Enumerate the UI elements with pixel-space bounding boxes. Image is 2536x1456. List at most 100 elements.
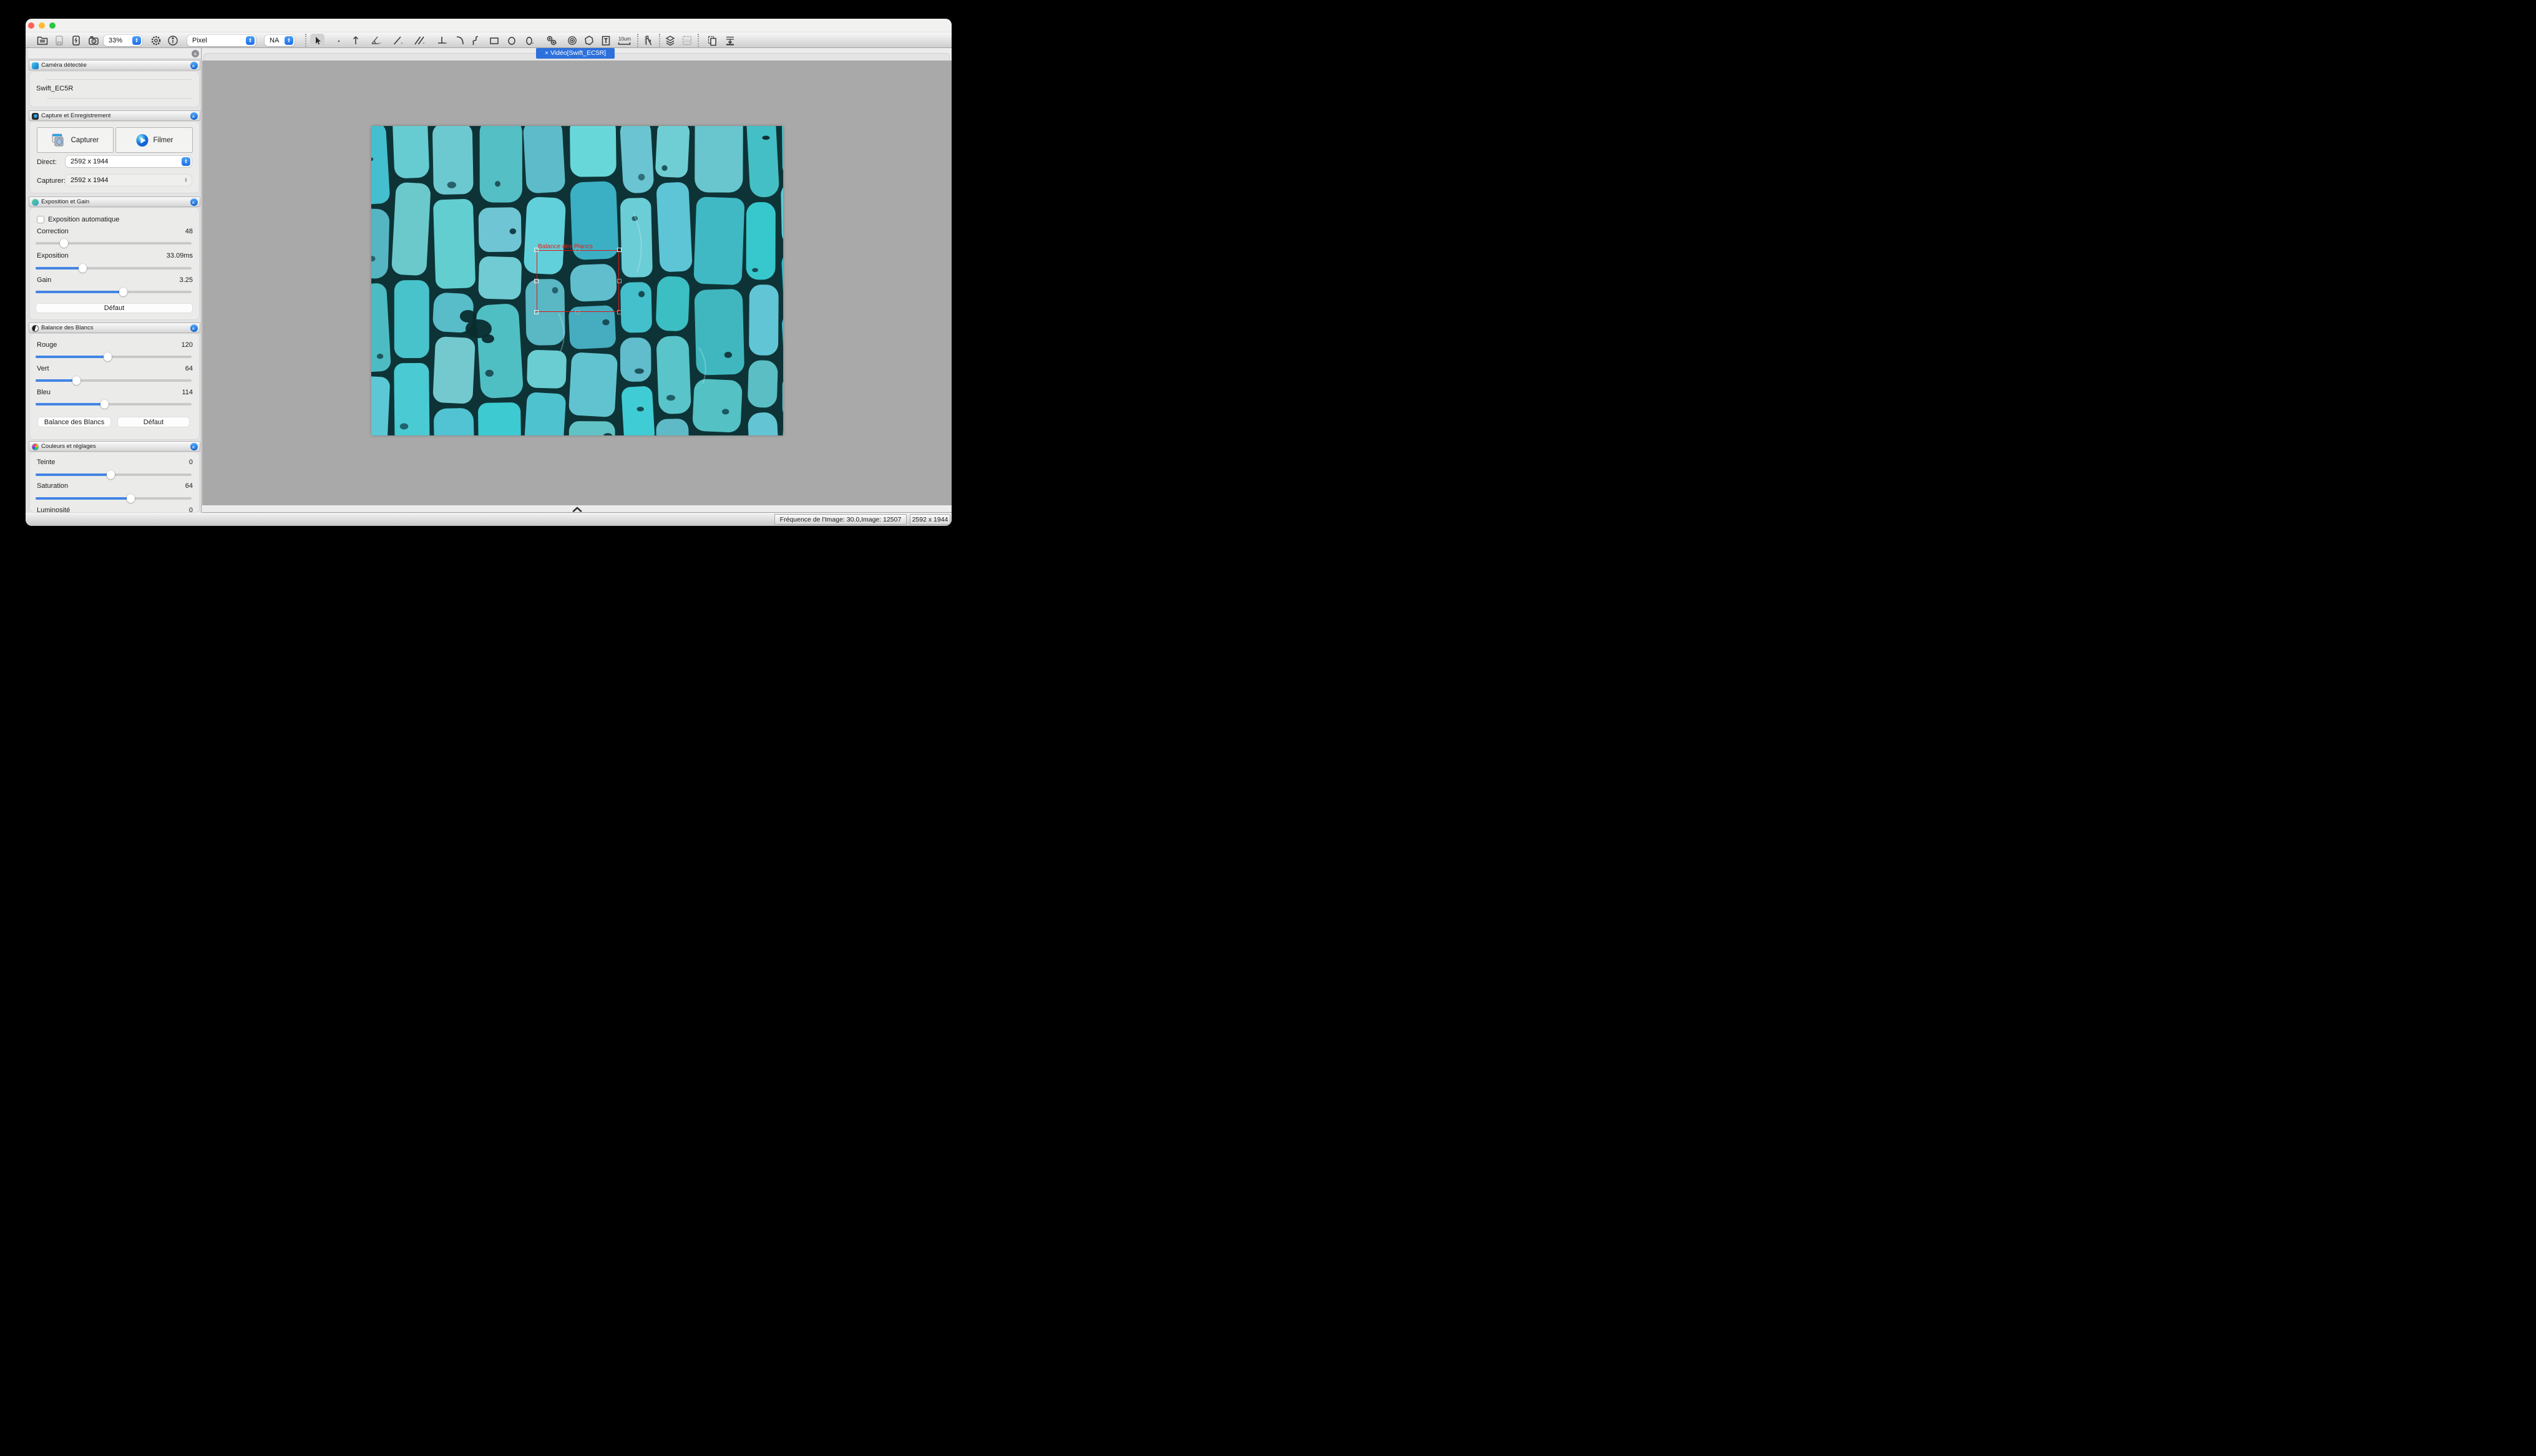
luminosity-label: Luminosité xyxy=(37,507,70,512)
selection-handle[interactable] xyxy=(534,248,539,252)
circle-tool[interactable] xyxy=(505,34,518,47)
exposure-default-button[interactable]: Défaut xyxy=(36,303,193,313)
capture-size-label: Capturer: xyxy=(37,177,66,185)
capture-button-label: Capturer xyxy=(71,137,99,144)
rectangle-tool[interactable] xyxy=(488,34,500,47)
open-folder-icon[interactable] xyxy=(36,34,49,47)
panel-title: Capture et Enregistrement xyxy=(41,112,110,119)
selection-handle[interactable] xyxy=(617,248,622,252)
collapse-panel-icon[interactable]: « xyxy=(190,324,198,332)
chevron-up-icon[interactable] xyxy=(572,507,582,512)
chevron-down-icon[interactable]: ⌄ xyxy=(531,40,535,45)
wb-default-button[interactable]: Défaut xyxy=(117,417,190,427)
collapse-panel-icon[interactable]: « xyxy=(190,112,198,120)
merge-down-icon[interactable] xyxy=(724,34,736,47)
red-label: Rouge xyxy=(37,341,57,349)
unit-select[interactable]: Pixel ▲▼ xyxy=(187,35,256,46)
capture-button[interactable]: Capturer xyxy=(37,127,114,153)
arrow-tool[interactable] xyxy=(349,34,362,47)
white-balance-selection[interactable]: Balance des Blancs xyxy=(537,250,619,312)
gain-value: 3.25 xyxy=(180,276,193,284)
panel-header-exposure[interactable]: Exposition et Gain « xyxy=(29,197,200,207)
chevron-down-icon[interactable]: ⌄ xyxy=(400,40,404,45)
capture-resolution-select[interactable]: 2592 x 1944 ▲▼ xyxy=(66,175,192,186)
white-balance-button[interactable]: Balance des Blancs xyxy=(37,417,111,427)
chevron-down-icon[interactable]: ⌄ xyxy=(554,40,558,45)
info-icon[interactable] xyxy=(167,34,179,47)
caliper-tool[interactable] xyxy=(642,34,655,47)
selection-handle[interactable] xyxy=(575,310,580,314)
scalebar-tool[interactable]: 10um xyxy=(617,34,633,47)
auto-exposure-checkbox[interactable] xyxy=(37,216,44,223)
panel-title: Caméra détectée xyxy=(41,62,87,69)
sidebar: « Caméra détectée « Swift_EC5R Capture e… xyxy=(28,48,202,513)
collapse-panel-icon[interactable]: « xyxy=(190,198,198,206)
microscope-image[interactable]: Balance des Blancs xyxy=(371,126,783,435)
layers-icon[interactable] xyxy=(664,34,676,47)
exposure-slider[interactable] xyxy=(36,264,192,273)
gear-icon[interactable] xyxy=(150,34,162,47)
curve-tool[interactable] xyxy=(470,34,482,47)
camera-name-item[interactable]: Swift_EC5R xyxy=(36,85,73,92)
cursor-tool[interactable] xyxy=(310,34,324,47)
point-tool[interactable] xyxy=(333,34,345,47)
saturation-label: Saturation xyxy=(37,482,68,490)
frequency-status: Fréquence de l'Image: 30.0,Image: 12507 xyxy=(774,514,907,525)
na-select[interactable]: NA ▲▼ xyxy=(265,35,295,46)
panel-header-camera-detected[interactable]: Caméra détectée « xyxy=(29,60,200,70)
color-wheel-icon xyxy=(32,444,39,450)
flash-save-icon[interactable] xyxy=(70,34,82,47)
sidebar-top-strip: « xyxy=(28,48,201,59)
divider xyxy=(47,79,192,80)
content-area: « Caméra détectée « Swift_EC5R Capture e… xyxy=(26,48,952,513)
selection-handle[interactable] xyxy=(534,279,539,283)
green-slider[interactable] xyxy=(36,376,192,385)
blue-value: 114 xyxy=(182,389,193,396)
collapse-sidebar-icon[interactable]: « xyxy=(192,50,199,57)
auto-exposure-label: Exposition automatique xyxy=(48,216,119,223)
luminosity-value: 0 xyxy=(189,507,193,512)
white-balance-icon xyxy=(32,325,39,332)
target-tool[interactable] xyxy=(566,34,578,47)
collapse-panel-icon[interactable]: « xyxy=(190,62,198,69)
selection-handle[interactable] xyxy=(575,248,580,252)
collapse-panel-icon[interactable]: « xyxy=(190,443,198,450)
copy-pages-icon[interactable] xyxy=(706,34,718,47)
video-canvas[interactable]: Balance des Blancs xyxy=(202,61,952,505)
selection-handle[interactable] xyxy=(617,279,622,283)
hue-slider[interactable] xyxy=(36,470,192,479)
selection-handle[interactable] xyxy=(534,310,539,314)
panel-header-capture[interactable]: Capture et Enregistrement « xyxy=(29,110,200,121)
saturation-slider[interactable] xyxy=(36,494,192,503)
arc-tool[interactable] xyxy=(454,34,466,47)
save-icon[interactable] xyxy=(53,34,66,47)
camera-timer-icon[interactable] xyxy=(87,34,100,47)
text-tool[interactable] xyxy=(600,34,612,47)
chevron-down-icon[interactable]: ⌄ xyxy=(378,40,382,45)
chevron-down-icon[interactable]: ⌄ xyxy=(444,40,448,45)
gain-slider[interactable] xyxy=(36,288,192,296)
chevron-down-icon[interactable]: ⌄ xyxy=(422,40,426,45)
unit-value: Pixel xyxy=(192,37,207,44)
red-slider[interactable] xyxy=(36,352,192,361)
toolbar-separator xyxy=(698,34,699,47)
tab-video[interactable]: × Vidéo[Swift_EC5R] xyxy=(536,48,615,59)
title-bar xyxy=(26,19,952,32)
film-button[interactable]: Filmer xyxy=(115,127,193,153)
panel-header-colors[interactable]: Couleurs et réglages « xyxy=(29,441,200,452)
zoom-window-button[interactable] xyxy=(49,22,56,29)
toolbar-separator xyxy=(305,34,306,47)
zoom-level-select[interactable]: 33% ▲▼ xyxy=(104,35,142,46)
polygon-tool[interactable] xyxy=(583,34,595,47)
correction-slider[interactable] xyxy=(36,239,192,248)
csv-export-icon[interactable]: CSV xyxy=(681,34,693,47)
blue-slider[interactable] xyxy=(36,400,192,409)
selection-handle[interactable] xyxy=(617,310,622,314)
exposure-body: Exposition automatique Correction 48 Exp… xyxy=(30,208,199,319)
bottom-drawer-strip[interactable] xyxy=(202,505,952,513)
green-value: 64 xyxy=(185,365,193,372)
panel-header-white-balance[interactable]: Balance des Blancs « xyxy=(29,323,200,333)
direct-resolution-select[interactable]: 2592 x 1944 ▲▼ xyxy=(66,156,192,167)
close-window-button[interactable] xyxy=(28,22,34,29)
minimize-window-button[interactable] xyxy=(39,22,45,29)
